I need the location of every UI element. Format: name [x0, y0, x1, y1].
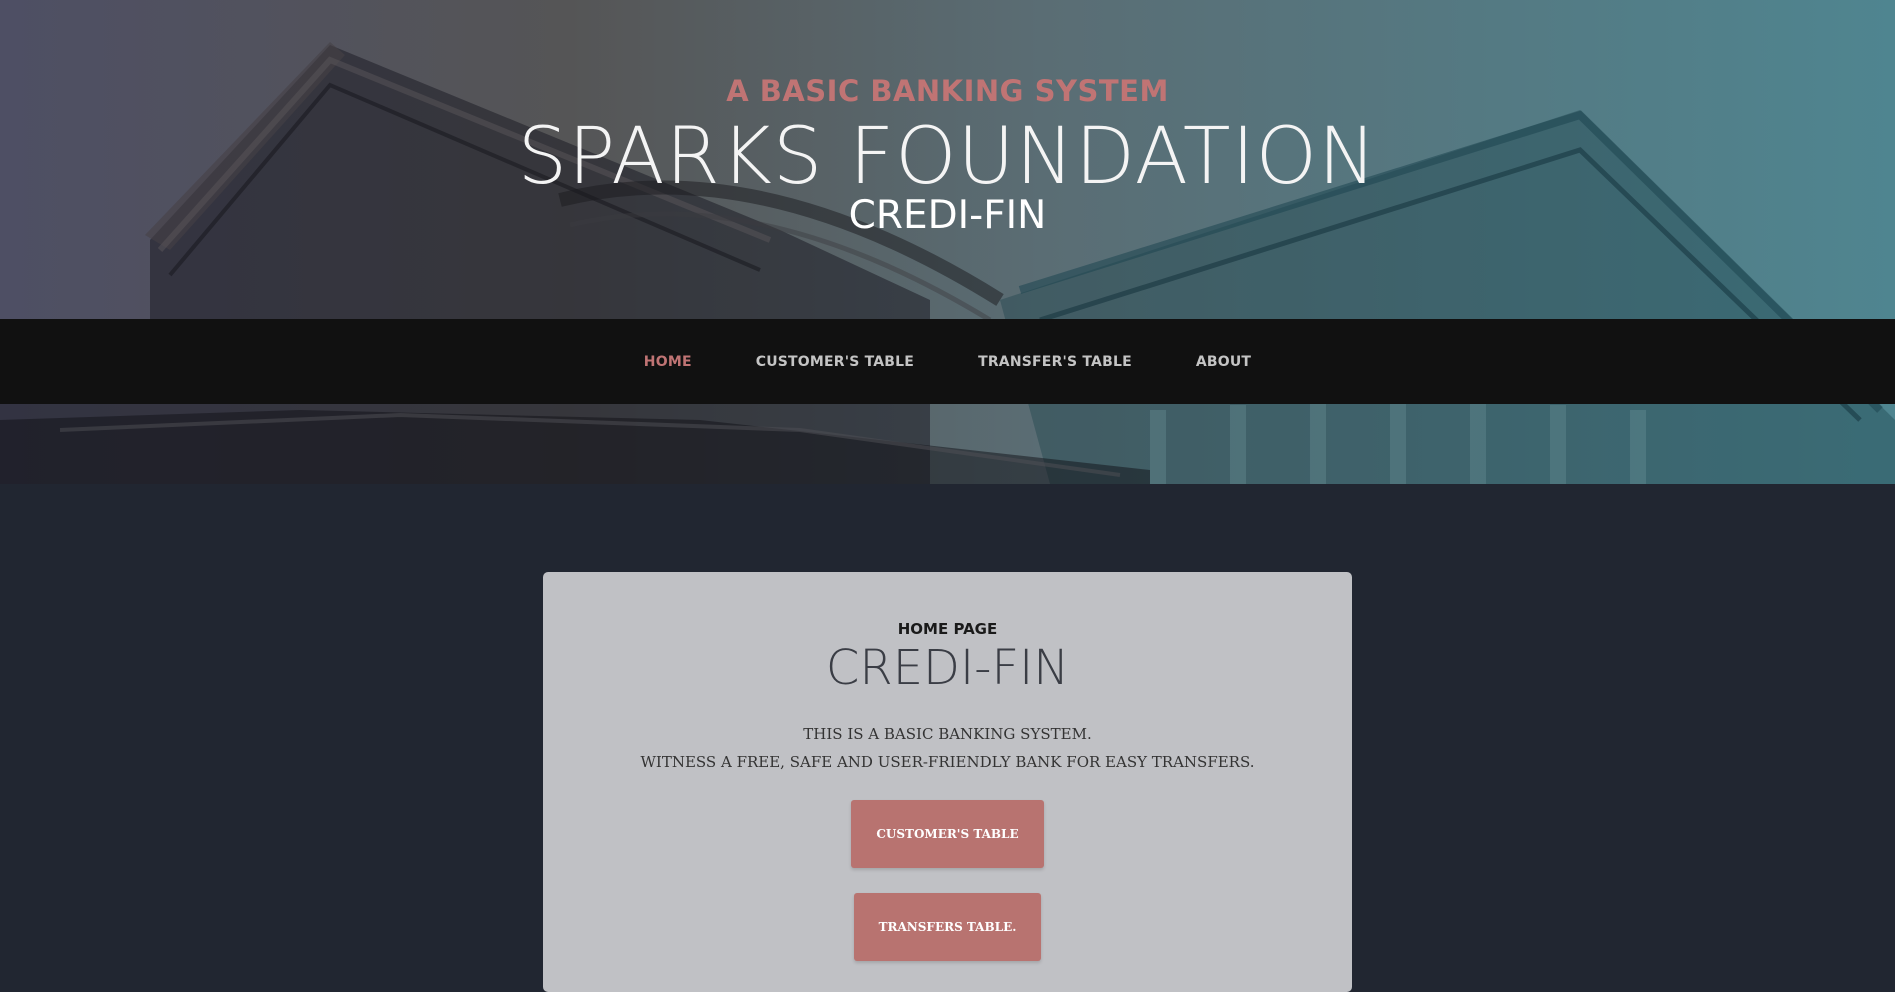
card-description-line-1: THIS IS A BASIC BANKING SYSTEM. — [803, 725, 1092, 743]
home-card: HOME PAGE CREDI-FIN THIS IS A BASIC BANK… — [543, 572, 1352, 992]
card-eyebrow: HOME PAGE — [897, 620, 998, 638]
nav-customers-table-link[interactable]: CUSTOMER'S TABLE — [756, 354, 914, 370]
main-navbar: HOME CUSTOMER'S TABLE TRANSFER'S TABLE A… — [0, 319, 1895, 404]
card-description-line-2: WITNESS A FREE, SAFE AND USER-FRIENDLY B… — [640, 753, 1255, 771]
nav-about-link[interactable]: ABOUT — [1196, 354, 1251, 370]
customers-table-button[interactable]: CUSTOMER'S TABLE — [851, 800, 1044, 868]
nav-transfers-table-link[interactable]: TRANSFER'S TABLE — [978, 354, 1132, 370]
hero-brand: CREDI-FIN — [848, 193, 1047, 238]
card-title: CREDI-FIN — [825, 640, 1070, 696]
transfers-table-button[interactable]: TRANSFERS TABLE. — [854, 893, 1041, 961]
hero-title: SPARKS FOUNDATION — [517, 112, 1378, 202]
hero-banner: A BASIC BANKING SYSTEM SPARKS FOUNDATION… — [0, 0, 1895, 484]
bank-building-background-image — [0, 42, 1895, 484]
hero-subtitle: A BASIC BANKING SYSTEM — [726, 74, 1169, 108]
nav-home-link[interactable]: HOME — [644, 354, 692, 370]
